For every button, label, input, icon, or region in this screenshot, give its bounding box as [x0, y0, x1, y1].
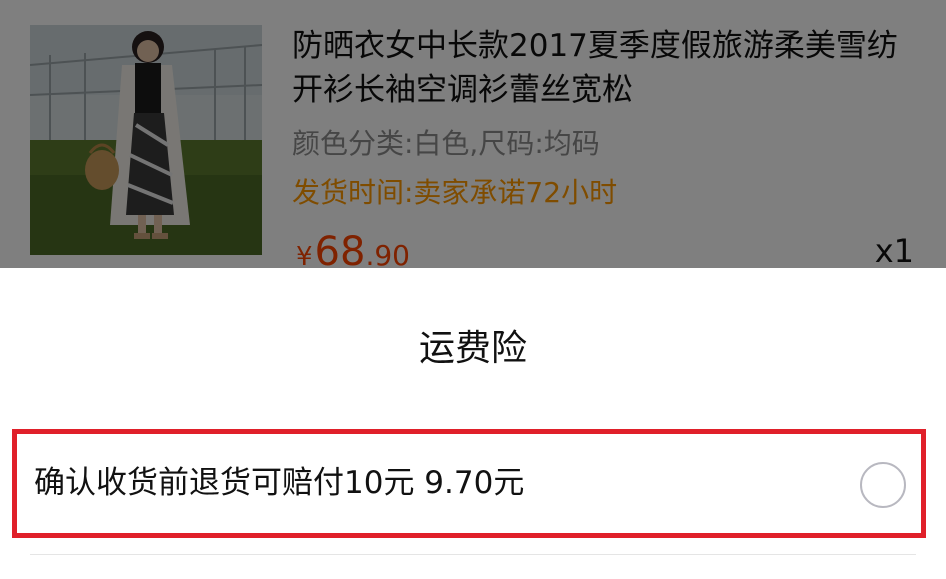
insurance-option-row[interactable]: 确认收货前退货可赔付10元 9.70元	[12, 429, 926, 538]
shipping-insurance-sheet: 运费险 确认收货前退货可赔付10元 9.70元	[0, 268, 946, 579]
insurance-option-label: 确认收货前退货可赔付10元 9.70元	[34, 465, 525, 501]
sheet-title: 运费险	[418, 328, 527, 369]
page: 防晒衣女中长款2017夏季度假旅游柔美雪纺开衫长袖空调衫蕾丝宽松 颜色分类:白色…	[0, 0, 946, 579]
product-card[interactable]: 防晒衣女中长款2017夏季度假旅游柔美雪纺开衫长袖空调衫蕾丝宽松 颜色分类:白色…	[0, 0, 946, 275]
modal-backdrop[interactable]	[0, 0, 946, 268]
insurance-radio-button[interactable]	[860, 462, 906, 508]
divider	[30, 554, 916, 555]
